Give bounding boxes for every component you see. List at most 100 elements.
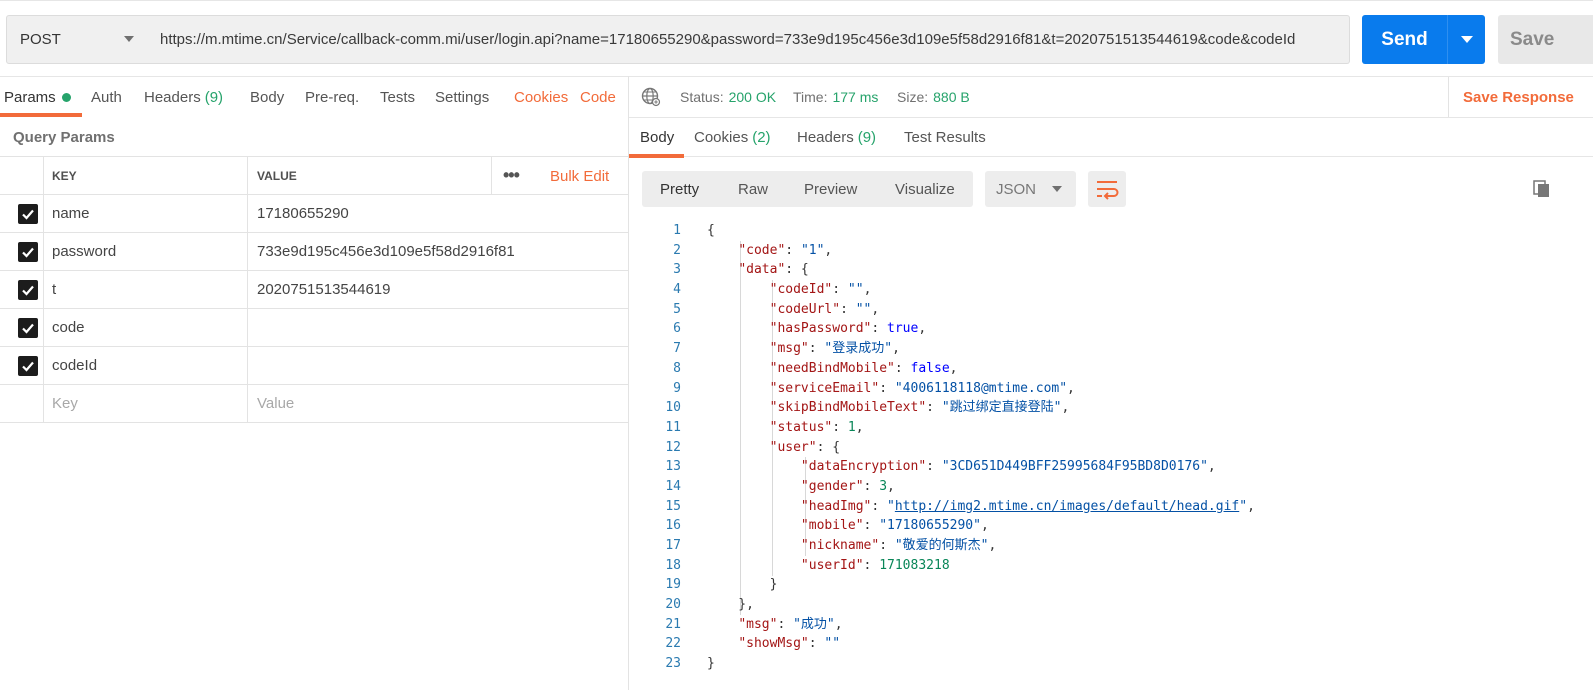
response-status-bar: Status: 200 OK Time: 177 ms Size: 880 B Sav… <box>629 77 1593 117</box>
param-key[interactable]: codeId <box>44 347 248 384</box>
row-check-cell <box>0 347 44 384</box>
table-row: t 2020751513544619 <box>0 271 628 309</box>
param-checkbox[interactable] <box>18 204 38 224</box>
param-value[interactable]: 17180655290 <box>248 195 628 232</box>
method-select[interactable]: POST <box>6 15 149 64</box>
status-value[interactable]: 200 OK <box>729 89 776 105</box>
code-line: 12 "user": { <box>665 439 841 455</box>
status-indicator: Status: 200 OK <box>680 89 776 105</box>
chevron-down-icon <box>1052 186 1062 192</box>
tab-headers[interactable]: Headers (9) <box>144 77 223 117</box>
format-visualize[interactable]: Visualize <box>895 171 955 207</box>
format-preview[interactable]: Preview <box>804 171 857 207</box>
param-value[interactable]: 2020751513544619 <box>248 271 628 308</box>
param-checkbox[interactable] <box>18 318 38 338</box>
active-tab-indicator <box>629 154 684 158</box>
param-value[interactable] <box>248 309 628 346</box>
save-button[interactable]: Save <box>1498 15 1593 64</box>
param-key[interactable]: name <box>44 195 248 232</box>
wrap-lines-button[interactable] <box>1088 171 1126 207</box>
tab-tests[interactable]: Tests <box>380 77 415 117</box>
row-check-cell <box>0 195 44 232</box>
chevron-down-icon <box>124 36 134 42</box>
tab-params[interactable]: Params <box>4 77 71 117</box>
code-line: 1{ <box>673 223 715 238</box>
format-pretty[interactable]: Pretty <box>660 171 699 207</box>
format-selector: Pretty Raw Preview Visualize <box>642 171 973 207</box>
code-line: 11 "status": 1, <box>665 419 864 435</box>
check-icon <box>22 323 34 334</box>
tab-response-headers-label: Headers <box>797 129 854 146</box>
code-line: 22 "showMsg": "" <box>665 636 841 652</box>
table-row: password 733e9d195c456e3d109e5f58d2916f8… <box>0 233 628 271</box>
code-link[interactable]: Code <box>580 77 616 117</box>
send-options-button[interactable] <box>1448 15 1485 64</box>
code-line: 3 "data": { <box>673 262 809 278</box>
cookies-link[interactable]: Cookies <box>514 77 568 117</box>
param-checkbox[interactable] <box>18 356 38 376</box>
format-raw[interactable]: Raw <box>738 171 768 207</box>
tab-headers-label: Headers <box>144 88 201 106</box>
tab-response-cookies-count: (2) <box>752 129 771 146</box>
table-header-row: KEY VALUE ••• Bulk Edit <box>0 157 628 195</box>
table-header-check-cell <box>0 157 44 194</box>
response-panel: Status: 200 OK Time: 177 ms Size: 880 B Sav… <box>629 76 1593 690</box>
tab-headers-count: (9) <box>204 88 224 106</box>
method-label: POST <box>20 31 61 48</box>
param-checkbox[interactable] <box>18 242 38 262</box>
request-bar: POST https://m.mtime.cn/Service/callback… <box>0 0 1593 76</box>
param-key[interactable]: t <box>44 271 248 308</box>
tab-response-headers-count: (9) <box>857 129 877 146</box>
new-key-input[interactable]: Key <box>44 385 248 422</box>
tab-response-body[interactable]: Body <box>640 118 674 157</box>
param-key[interactable]: code <box>44 309 248 346</box>
more-options-icon[interactable]: ••• <box>503 166 520 184</box>
time-value[interactable]: 177 ms <box>832 89 878 105</box>
tab-settings[interactable]: Settings <box>435 77 489 117</box>
chevron-down-icon <box>1461 36 1473 43</box>
response-body-viewer[interactable]: 1{ 2 "code": "1", 3 "data": { 4 "codeId"… <box>629 221 1593 674</box>
check-icon <box>22 209 34 220</box>
new-value-input[interactable]: Value <box>248 385 628 422</box>
param-key[interactable]: password <box>44 233 248 270</box>
request-tabs: Params Auth Headers (9) Body Pre-req. Te… <box>0 77 628 117</box>
check-icon <box>22 361 34 372</box>
code-line: 7 "msg": "登录成功", <box>673 341 900 357</box>
tab-prereq[interactable]: Pre-req. <box>305 77 359 117</box>
query-params-table: KEY VALUE ••• Bulk Edit name 17180655290… <box>0 156 628 423</box>
table-row: name 17180655290 <box>0 195 628 233</box>
code-line: 10 "skipBindMobileText": "跳过绑定直接登陆", <box>665 400 1070 416</box>
tab-body[interactable]: Body <box>250 77 284 117</box>
language-select[interactable]: JSON <box>985 171 1076 207</box>
param-checkbox[interactable] <box>18 280 38 300</box>
new-param-row: Key Value <box>0 385 628 423</box>
time-indicator: Time: 177 ms <box>793 89 878 105</box>
code-line: 5 "codeUrl": "", <box>673 301 880 317</box>
tab-auth[interactable]: Auth <box>91 77 122 117</box>
request-panel: Params Auth Headers (9) Body Pre-req. Te… <box>0 76 628 690</box>
code-line: 15 "headImg": "http://img2.mtime.cn/imag… <box>665 498 1255 514</box>
size-value[interactable]: 880 B <box>933 89 970 105</box>
params-active-dot-icon <box>61 92 71 102</box>
code-line: 21 "msg": "成功", <box>665 616 843 632</box>
active-tab-indicator <box>0 113 82 117</box>
code-line: 20 }, <box>665 597 754 613</box>
param-value[interactable]: 733e9d195c456e3d109e5f58d2916f81 <box>248 233 628 270</box>
tab-response-cookies[interactable]: Cookies (2) <box>694 118 771 157</box>
table-row: code <box>0 309 628 347</box>
column-header-value-label: VALUE <box>257 168 297 183</box>
tab-response-headers[interactable]: Headers (9) <box>797 118 876 157</box>
language-label: JSON <box>996 180 1037 198</box>
head-img-link[interactable]: http://img2.mtime.cn/images/default/head… <box>895 499 1239 514</box>
copy-icon[interactable] <box>1532 179 1552 199</box>
param-value[interactable] <box>248 347 628 384</box>
save-response-button[interactable]: Save Response <box>1448 77 1574 117</box>
tab-test-results[interactable]: Test Results <box>904 118 986 157</box>
send-button[interactable]: Send <box>1362 15 1447 64</box>
globe-icon[interactable] <box>641 87 661 107</box>
code-line: 18 "userId": 171083218 <box>665 557 950 573</box>
row-check-cell <box>0 233 44 270</box>
url-input[interactable]: https://m.mtime.cn/Service/callback-comm… <box>148 15 1350 64</box>
bulk-edit-button[interactable]: Bulk Edit <box>550 168 609 185</box>
code-line: 23} <box>665 656 715 672</box>
